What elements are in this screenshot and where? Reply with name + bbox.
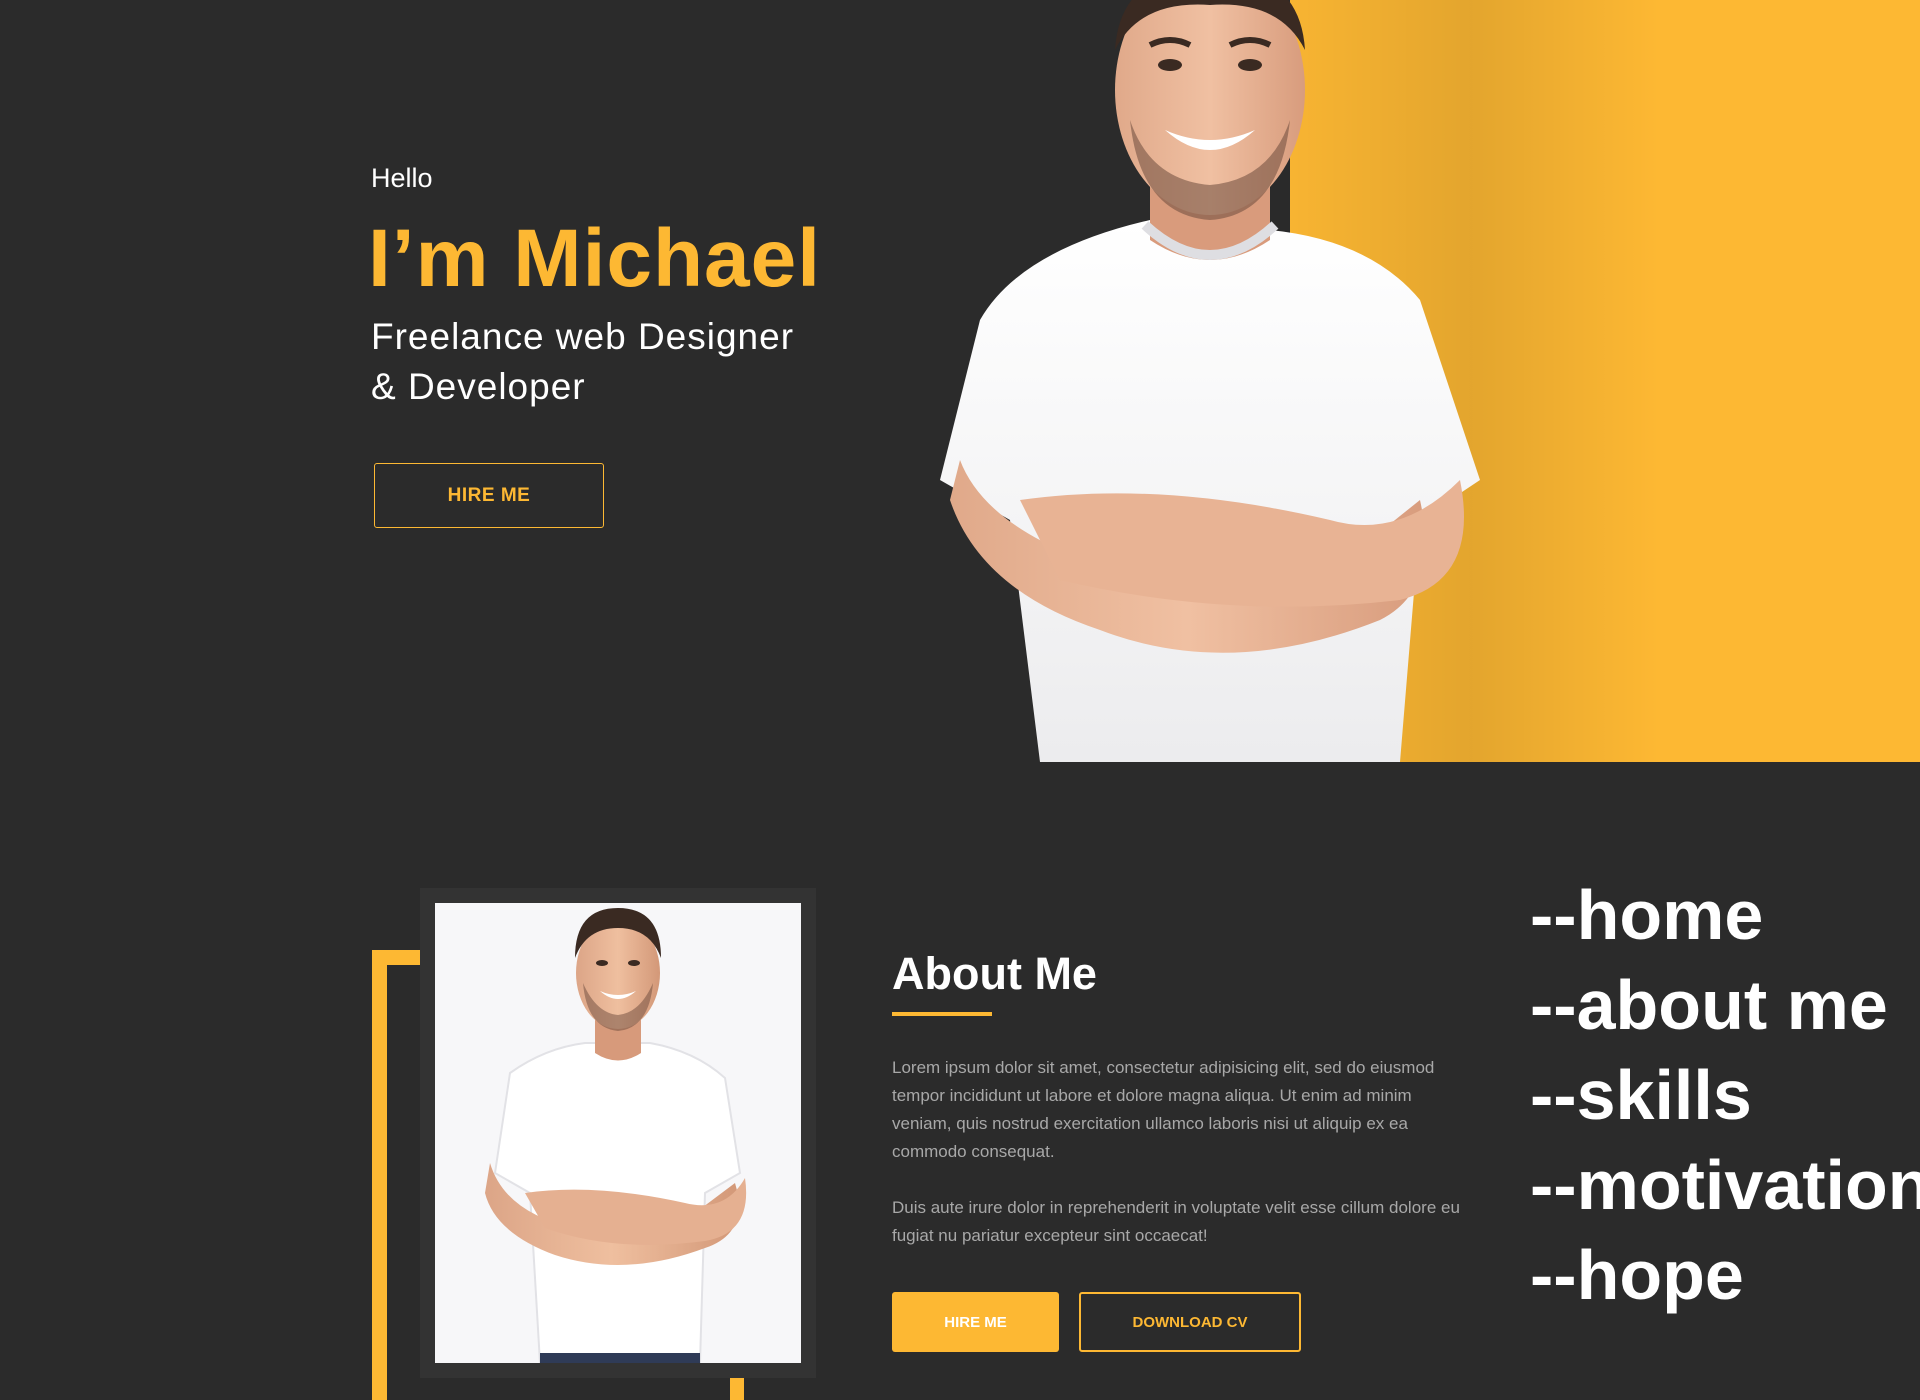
hero-person-photo — [940, 0, 1480, 762]
decorative-bracket-vertical — [372, 950, 387, 1400]
hero-role: Freelance web Designer & Developer — [371, 312, 794, 412]
nav-item-skills[interactable]: --skills — [1530, 1050, 1920, 1140]
about-hire-me-button[interactable]: HIRE ME — [892, 1292, 1059, 1352]
nav-item-about-me[interactable]: --about me — [1530, 960, 1920, 1050]
about-person-photo — [485, 908, 747, 1363]
hero-greeting: Hello — [371, 163, 433, 193]
decorative-bracket-right — [730, 1378, 744, 1400]
about-paragraph-1: Lorem ipsum dolor sit amet, consectetur … — [892, 1058, 1435, 1161]
nav-item-home[interactable]: --home — [1530, 870, 1920, 960]
about-title-underline — [892, 1012, 992, 1016]
section-nav: --home --about me --skills --motivation … — [1530, 870, 1920, 1320]
hero-hire-me-button[interactable]: HIRE ME — [374, 463, 604, 528]
about-title: About Me — [892, 948, 1097, 999]
nav-item-hope[interactable]: --hope — [1530, 1230, 1920, 1320]
hero-role-line-2: & Developer — [371, 366, 586, 407]
about-paragraph-2: Duis aute irure dolor in reprehenderit i… — [892, 1198, 1460, 1245]
hero-section: Hello I’m Michael Freelance web Designer… — [0, 0, 1920, 762]
nav-item-motivation[interactable]: --motivation — [1530, 1140, 1920, 1230]
hero-role-line-1: Freelance web Designer — [371, 316, 795, 357]
decorative-bracket-horizontal — [372, 950, 420, 965]
hero-name: I’m Michael — [368, 213, 822, 304]
download-cv-button[interactable]: DOWNLOAD CV — [1079, 1292, 1301, 1352]
about-photo — [435, 903, 801, 1363]
